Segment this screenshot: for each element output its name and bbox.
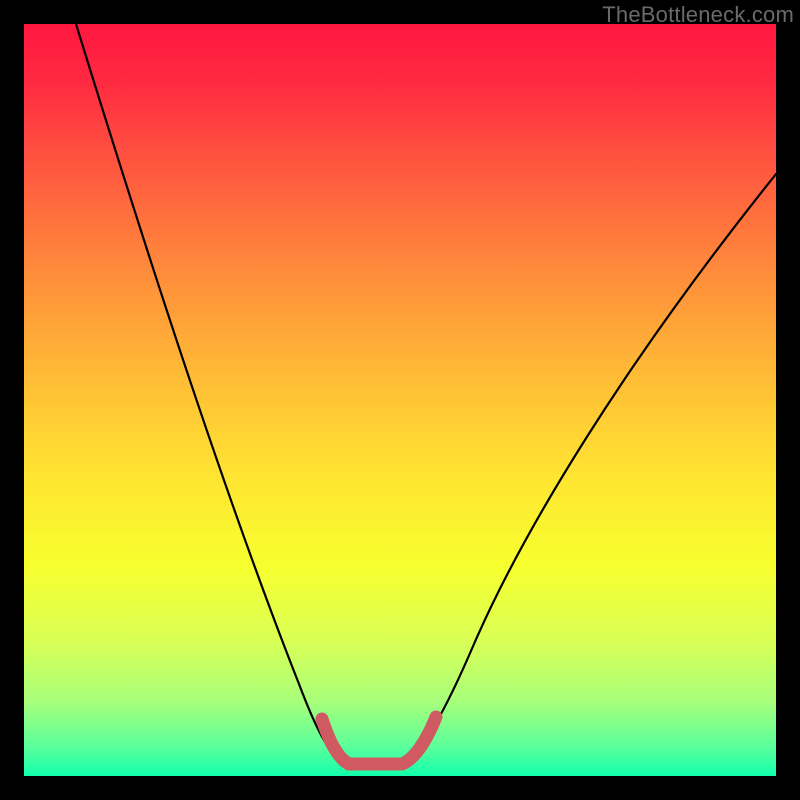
curves-svg <box>24 24 776 776</box>
watermark-text: TheBottleneck.com <box>602 2 794 28</box>
chart-frame: TheBottleneck.com <box>0 0 800 800</box>
curve-bottom-highlight <box>322 717 436 764</box>
curve-main <box>76 24 776 761</box>
plot-area <box>24 24 776 776</box>
